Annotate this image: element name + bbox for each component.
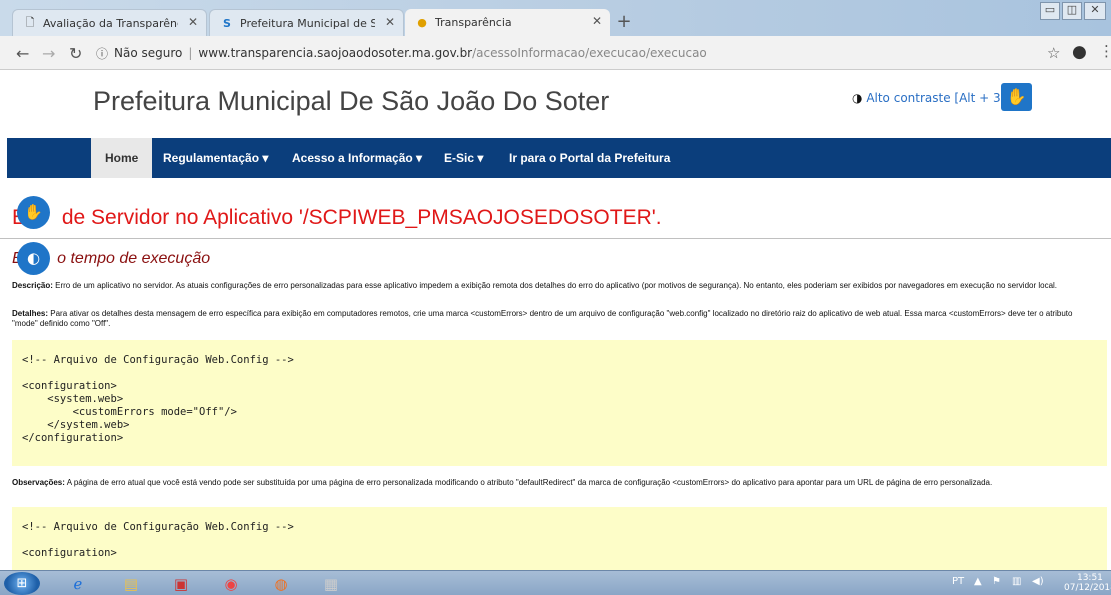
divider xyxy=(0,238,1111,239)
observacoes-label: Observações: xyxy=(12,478,65,487)
descricao-paragraph: Descrição: Erro de um aplicativo no serv… xyxy=(12,281,1097,291)
detalhes-label: Detalhes: xyxy=(12,309,49,318)
windows-taskbar: ⊞ ℯ ▤ ▣ ◉ ◍ ▦ PT ▲ ⚑ ▥ ◀) 13:51 07/12/20… xyxy=(0,570,1111,595)
account-icon[interactable]: ● xyxy=(1072,42,1087,62)
error-title-text: de Servidor no Aplicativo '/SCPIWEB_PMSA… xyxy=(61,206,662,229)
url-path: /acessoInformacao/execucao/execucao xyxy=(472,46,707,60)
close-window-button[interactable]: ✕ xyxy=(1084,2,1106,20)
config-code-block-2: <!-- Arquivo de Configuração Web.Config … xyxy=(12,507,1107,570)
tab-title: Prefeitura Municipal de São João xyxy=(240,16,375,30)
browser-tab-transparencia[interactable]: ● Transparência ✕ xyxy=(405,9,610,36)
maximize-button[interactable]: ◫ xyxy=(1062,2,1082,20)
minimize-button[interactable]: ▭ xyxy=(1040,2,1060,20)
contrast-icon: ◑ xyxy=(852,91,863,105)
close-icon[interactable]: ✕ xyxy=(385,15,395,29)
nav-regulamentacao[interactable]: Regulamentação ▾ xyxy=(163,138,268,178)
start-button[interactable]: ⊞ xyxy=(4,572,40,595)
observacoes-text: A página de erro atual que você está ven… xyxy=(64,478,993,487)
browser-tab-avaliacao[interactable]: 🗋 Avaliação da Transparência dos ✕ xyxy=(12,9,207,36)
high-contrast-label: Alto contraste [Alt + 3] xyxy=(866,91,1006,105)
detalhes-text: Para ativar os detalhes desta mensagem d… xyxy=(12,309,1073,328)
info-icon[interactable]: ⓘ xyxy=(96,45,108,62)
separator: | xyxy=(188,46,193,60)
volume-icon[interactable]: ◀) xyxy=(1032,576,1044,587)
document-icon: 🗋 xyxy=(25,15,35,29)
chrome-icon[interactable]: ◉ xyxy=(208,573,254,595)
error-title: E de Servidor no Aplicativo '/SCPIWEB_PM… xyxy=(12,206,662,230)
observacoes-paragraph: Observações: A página de erro atual que … xyxy=(12,478,1097,488)
descricao-text: Erro de um aplicativo no servidor. As at… xyxy=(52,281,1058,290)
high-contrast-link[interactable]: ◑ Alto contraste [Alt + 3] xyxy=(852,91,1005,105)
firefox-icon[interactable]: ◍ xyxy=(258,573,304,595)
browser-tab-prefeitura[interactable]: S Prefeitura Municipal de São João ✕ xyxy=(209,9,404,36)
calculator-icon[interactable]: ▦ xyxy=(308,573,354,595)
clock-time: 13:51 xyxy=(1076,573,1103,583)
flag-icon[interactable]: ⚑ xyxy=(992,576,1001,587)
reload-icon[interactable]: ↻ xyxy=(69,44,82,63)
network-icon[interactable]: ▥ xyxy=(1012,576,1021,587)
tray-expand-icon[interactable]: ▲ xyxy=(974,576,982,587)
address-bar: ← → ↻ ⓘ Não seguro | www.transparencia.s… xyxy=(0,36,1111,70)
sign-language-icon[interactable]: ✋ xyxy=(1001,83,1032,111)
site-title: Prefeitura Municipal De São João Do Sote… xyxy=(93,86,610,116)
nav-home[interactable]: Home xyxy=(91,138,153,178)
browser-tab-strip: 🗋 Avaliação da Transparência dos ✕ S Pre… xyxy=(0,0,1111,36)
warning-icon: ● xyxy=(417,16,427,29)
main-navbar: Home Regulamentação ▾ Acesso a Informaçã… xyxy=(7,138,1111,178)
media-player-icon[interactable]: ▣ xyxy=(158,573,204,595)
detalhes-paragraph: Detalhes: Para ativar os detalhes desta … xyxy=(12,309,1097,329)
error-subtitle-text: o tempo de execução xyxy=(57,250,211,267)
tab-title: Avaliação da Transparência dos xyxy=(43,16,178,30)
close-icon[interactable]: ✕ xyxy=(592,14,602,28)
internet-explorer-icon[interactable]: ℯ xyxy=(55,573,101,595)
insecure-label: Não seguro xyxy=(114,46,183,60)
nav-esic[interactable]: E-Sic ▾ xyxy=(444,138,483,178)
language-indicator[interactable]: PT xyxy=(952,576,964,587)
file-explorer-icon[interactable]: ▤ xyxy=(108,573,154,595)
nav-acesso-informacao[interactable]: Acesso a Informação ▾ xyxy=(292,138,422,178)
config-code-block: <!-- Arquivo de Configuração Web.Config … xyxy=(12,340,1107,466)
forward-icon[interactable]: → xyxy=(42,44,55,63)
bookmark-star-icon[interactable]: ☆ xyxy=(1047,44,1060,62)
clock[interactable]: 13:51 07/12/2018 xyxy=(1064,573,1111,593)
url-host: www.transparencia.saojoaodosoter.ma.gov.… xyxy=(198,46,473,60)
menu-dots-icon[interactable]: ⋮ xyxy=(1099,42,1111,60)
nav-portal-prefeitura[interactable]: Ir para o Portal da Prefeitura xyxy=(509,138,670,178)
url-field[interactable]: ⓘ Não seguro | www.transparencia.saojoao… xyxy=(96,42,1076,64)
sign-language-fab-icon[interactable]: ✋ xyxy=(17,196,50,229)
descricao-label: Descrição: xyxy=(12,281,53,290)
clock-date: 07/12/2018 xyxy=(1064,583,1111,593)
new-tab-button[interactable]: + xyxy=(613,13,635,33)
back-icon[interactable]: ← xyxy=(16,44,29,63)
contrast-fab-icon[interactable]: ◐ xyxy=(17,242,50,275)
site-logo-icon: S xyxy=(223,16,231,30)
tab-title: Transparência xyxy=(435,16,512,29)
close-icon[interactable]: ✕ xyxy=(188,15,198,29)
